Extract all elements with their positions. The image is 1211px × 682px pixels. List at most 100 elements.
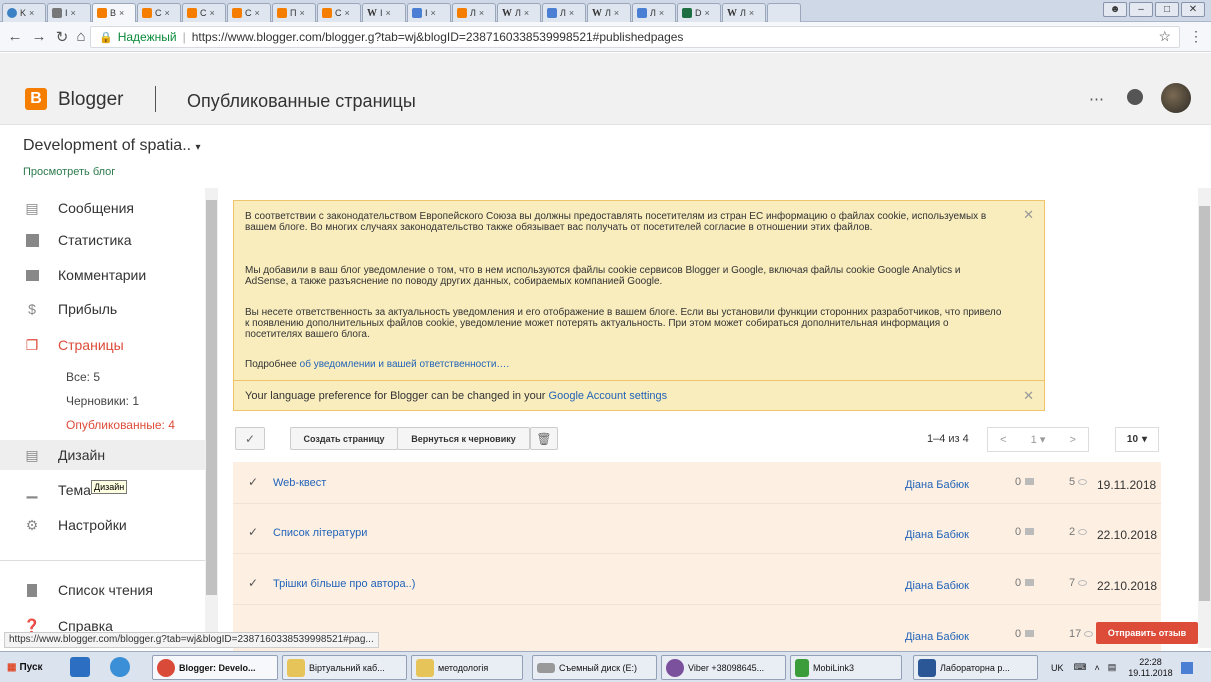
page-title-link[interactable]: Трішки більше про автора..) — [273, 578, 415, 590]
browser-tab[interactable]: W I × — [362, 3, 406, 22]
browser-tab[interactable]: Л × — [452, 3, 496, 22]
browser-tab[interactable]: I × — [47, 3, 91, 22]
browser-tab[interactable]: C × — [137, 3, 181, 22]
close-icon[interactable]: × — [479, 8, 484, 18]
bookmark-star-icon[interactable]: ☆ — [1158, 28, 1171, 45]
next-page-icon[interactable]: > — [1069, 434, 1075, 446]
taskbar-item[interactable]: MobiLink3 — [790, 655, 902, 680]
close-window-button[interactable]: ✕ — [1181, 2, 1205, 17]
account-settings-link[interactable]: Google Account settings — [549, 390, 668, 402]
page-select[interactable]: 1 ▾ — [1031, 433, 1046, 446]
browser-tab[interactable]: C × — [227, 3, 271, 22]
show-desktop-button[interactable] — [1180, 661, 1193, 674]
close-icon[interactable]: × — [165, 8, 170, 18]
blog-selector[interactable]: Development of spatia.. ▾ — [23, 137, 201, 155]
close-icon[interactable]: × — [705, 8, 710, 18]
taskbar-item[interactable]: Съемный диск (E:) — [532, 655, 657, 680]
browser-tab[interactable]: Л × — [632, 3, 676, 22]
per-page-select[interactable]: 10 ▾ — [1115, 427, 1159, 452]
author-link[interactable]: Діана Бабюк — [905, 529, 969, 541]
author-link[interactable]: Діана Бабюк — [905, 631, 969, 643]
sidebar-item-stats[interactable]: Статистика — [0, 225, 205, 255]
browser-tab[interactable]: C × — [182, 3, 226, 22]
view-blog-link[interactable]: Просмотреть блог — [23, 166, 115, 178]
back-icon[interactable]: ← — [6, 28, 24, 45]
show-hidden-icons[interactable]: ˄ — [1095, 663, 1100, 673]
notifications-icon[interactable] — [1127, 89, 1143, 105]
browser-tab[interactable]: C × — [317, 3, 361, 22]
sidebar-scrollbar-thumb[interactable] — [206, 200, 217, 595]
revert-to-draft-button[interactable]: Вернуться к черновику — [397, 427, 530, 450]
create-page-button[interactable]: Создать страницу — [290, 427, 398, 450]
pages-filter-drafts[interactable]: Черновики: 1 — [66, 394, 139, 408]
user-icon[interactable]: ☻ — [1103, 2, 1127, 17]
sidebar-item-pages[interactable]: ❐ Страницы — [0, 330, 205, 360]
url-field[interactable]: 🔒 Надежный | https://www.blogger.com/blo… — [90, 26, 1180, 48]
close-icon[interactable]: × — [299, 8, 304, 18]
close-icon[interactable]: × — [345, 8, 350, 18]
browser-tab[interactable]: K × — [2, 3, 46, 22]
network-icon[interactable]: ▤ — [1108, 662, 1117, 673]
browser-tab[interactable]: B × — [92, 3, 136, 22]
page-title-link[interactable]: Список літератури — [273, 527, 367, 539]
sidebar-item-reading-list[interactable]: Список чтения — [0, 575, 205, 605]
home-icon[interactable]: ⌂ — [72, 28, 90, 45]
browser-tab[interactable]: Л × — [542, 3, 586, 22]
taskbar-item[interactable]: Лабораторна р... — [913, 655, 1038, 680]
clock[interactable]: 22:28 19.11.2018 — [1128, 657, 1172, 679]
browser-tab[interactable]: I × — [407, 3, 451, 22]
quick-launch-icon[interactable] — [70, 657, 90, 677]
close-icon[interactable]: ✕ — [1023, 388, 1034, 404]
forward-icon[interactable]: → — [30, 28, 48, 45]
browser-tab[interactable]: W Л × — [722, 3, 766, 22]
avatar[interactable] — [1161, 83, 1191, 113]
sidebar-item-settings[interactable]: ⚙ Настройки — [0, 510, 205, 540]
sidebar-item-comments[interactable]: Комментарии — [0, 260, 205, 290]
maximize-button[interactable]: □ — [1155, 2, 1179, 17]
close-icon[interactable]: × — [210, 8, 215, 18]
sidebar-item-layout[interactable]: ▤ Дизайн — [0, 440, 205, 470]
close-icon[interactable]: × — [71, 8, 76, 18]
notice-link[interactable]: об уведомлении и вашей ответственности…. — [300, 359, 510, 370]
send-feedback-button[interactable]: Отправить отзыв — [1096, 622, 1198, 644]
close-icon[interactable]: × — [119, 8, 124, 18]
row-checkbox[interactable]: ✓ — [248, 576, 258, 590]
author-link[interactable]: Діана Бабюк — [905, 479, 969, 491]
page-title-link[interactable]: Web-квест — [273, 477, 326, 489]
browser-tab[interactable]: W Л × — [587, 3, 631, 22]
close-icon[interactable]: × — [569, 8, 574, 18]
browser-tab[interactable]: D × — [677, 3, 721, 22]
taskbar-item[interactable]: Blogger: Develo... — [152, 655, 278, 680]
sidebar-item-posts[interactable]: ▤ Сообщения — [0, 193, 205, 223]
close-icon[interactable]: × — [255, 8, 260, 18]
taskbar-item[interactable]: Viber +38098645... — [661, 655, 786, 680]
list-item[interactable]: ✓ Web-квест Діана Бабюк 0 5 19.11.2018 — [233, 462, 1161, 504]
list-item[interactable]: ✓ Трішки більше про автора..) Діана Бабю… — [233, 563, 1161, 605]
trash-icon[interactable]: 🗑 — [530, 427, 558, 450]
taskbar-item[interactable]: Віртуальний каб... — [282, 655, 407, 680]
row-checkbox[interactable]: ✓ — [248, 475, 258, 489]
close-icon[interactable]: × — [431, 8, 436, 18]
close-icon[interactable]: × — [524, 8, 529, 18]
close-icon[interactable]: × — [659, 8, 664, 18]
sidebar-item-earnings[interactable]: $ Прибыль — [0, 294, 205, 324]
brand-name[interactable]: Blogger — [58, 89, 124, 111]
main-scrollbar-thumb[interactable] — [1199, 206, 1210, 601]
start-button[interactable]: ▦ Пуск — [2, 656, 48, 679]
language-indicator[interactable]: UK — [1051, 663, 1064, 673]
taskbar-item[interactable]: методологія — [411, 655, 523, 680]
pages-filter-all[interactable]: Все: 5 — [66, 370, 100, 384]
close-icon[interactable]: × — [29, 8, 34, 18]
browser-menu-icon[interactable]: ⋮ — [1189, 28, 1203, 45]
pages-filter-published[interactable]: Опубликованные: 4 — [66, 418, 175, 432]
row-checkbox[interactable]: ✓ — [248, 525, 258, 539]
keyboard-icon[interactable]: ⌨ — [1074, 662, 1087, 673]
close-icon[interactable]: ✕ — [1023, 207, 1034, 223]
reload-icon[interactable]: ↻ — [53, 28, 71, 46]
close-icon[interactable]: × — [749, 8, 754, 18]
apps-grid-icon[interactable]: ⋯ — [1089, 90, 1104, 108]
close-icon[interactable]: × — [614, 8, 619, 18]
prev-page-icon[interactable]: < — [1000, 434, 1006, 446]
close-icon[interactable]: × — [386, 8, 391, 18]
minimize-button[interactable]: – — [1129, 2, 1153, 17]
